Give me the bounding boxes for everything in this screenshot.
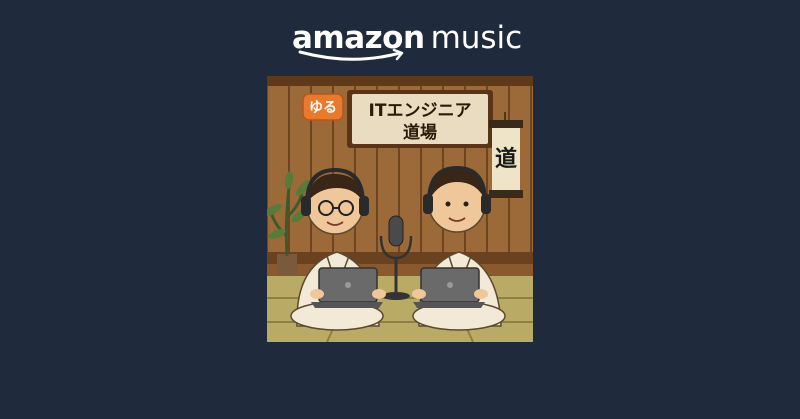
logo-word-music: music bbox=[430, 20, 523, 56]
cover-badge-text: ゆる bbox=[309, 100, 337, 116]
page: amazon music ゆる ITエンジニア 道場 道 bbox=[0, 0, 800, 419]
cover-scroll-character: 道 bbox=[495, 146, 517, 172]
cover-illustration: ゆる ITエンジニア 道場 道 bbox=[267, 76, 533, 342]
amazon-music-logo[interactable]: amazon music bbox=[0, 18, 800, 66]
cover-title-line-1: ITエンジニア bbox=[369, 101, 472, 121]
podcast-cover-art[interactable]: ゆる ITエンジニア 道場 道 bbox=[267, 76, 533, 342]
amazon-smile-icon bbox=[298, 48, 404, 61]
cover-title-line-2: 道場 bbox=[403, 122, 437, 143]
